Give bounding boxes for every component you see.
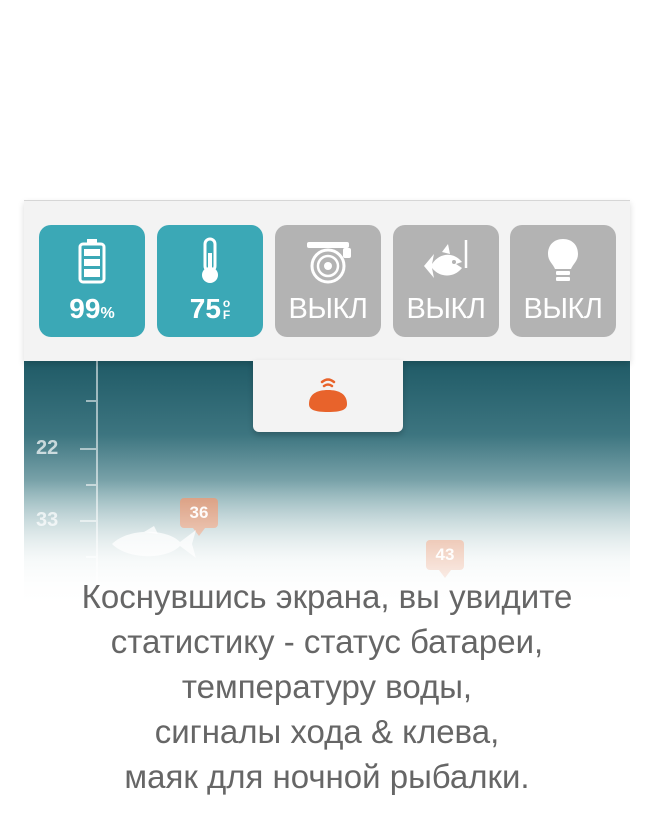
lightbulb-icon: [548, 239, 578, 281]
status-panel: 99% 75 o F ВЫКЛ ВЫКЛ ВЫКЛ: [24, 200, 630, 361]
alarm-value: ВЫКЛ: [288, 293, 368, 325]
thermometer-icon: [202, 237, 218, 283]
sonar-toggle-button[interactable]: [253, 360, 403, 432]
night-light-tile[interactable]: ВЫКЛ: [510, 225, 616, 337]
battery-value: 99: [69, 293, 101, 324]
alarm-bell-icon: [307, 242, 351, 284]
temperature-tile[interactable]: 75 o F: [157, 225, 263, 337]
battery-tile[interactable]: 99%: [39, 225, 145, 337]
temperature-value: 75: [189, 293, 221, 324]
depth-tick: [80, 448, 96, 450]
instruction-caption: Коснувшись экрана, вы увидите статистику…: [0, 574, 654, 799]
temperature-unit: F: [222, 308, 231, 322]
caption-line: Коснувшись экрана, вы увидите: [81, 578, 573, 615]
depth-label: 22: [36, 437, 59, 459]
caption-line: температуру воды,: [181, 668, 473, 705]
fish-alarm-value: ВЫКЛ: [406, 293, 486, 325]
battery-icon: [78, 239, 106, 284]
fish-bite-icon: [424, 240, 468, 278]
sonar-device-icon: [309, 378, 347, 412]
caption-line: маяк для ночной рыбалки.: [124, 758, 530, 795]
alarm-tile[interactable]: ВЫКЛ: [275, 225, 381, 337]
depth-tick: [86, 400, 96, 402]
night-light-value: ВЫКЛ: [523, 293, 603, 325]
caption-line: сигналы хода & клева,: [154, 713, 500, 750]
fish-alarm-tile[interactable]: ВЫКЛ: [393, 225, 499, 337]
battery-unit: %: [100, 305, 115, 322]
caption-line: статистику - статус батареи,: [110, 623, 544, 660]
